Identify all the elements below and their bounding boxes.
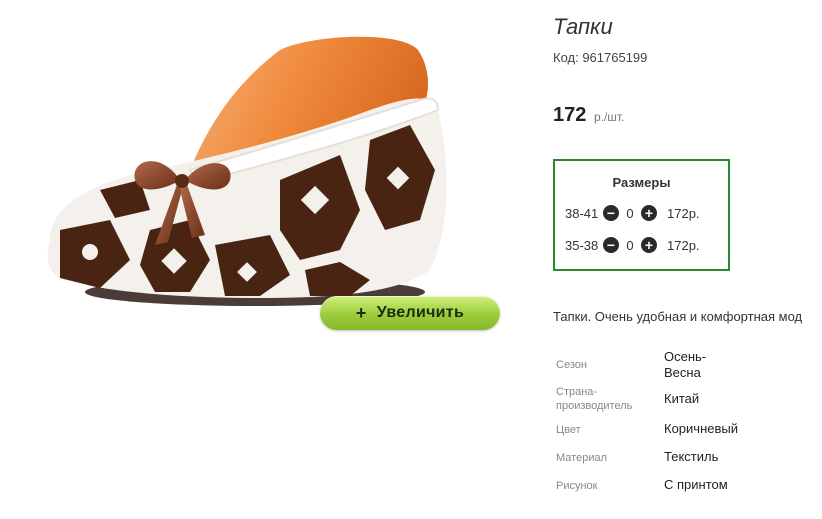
plus-icon[interactable]: +: [641, 237, 657, 253]
product-image[interactable]: [40, 30, 460, 320]
size-label: 35-38: [565, 237, 599, 253]
price-value: 172: [553, 104, 587, 126]
attribute-label-material: Материал: [556, 452, 607, 464]
attribute-value-pattern: С принтом: [664, 477, 728, 492]
attribute-value-country: Китай: [664, 391, 700, 406]
sizes-title: Размеры: [612, 175, 671, 190]
zoom-button[interactable]: + Увеличить: [320, 296, 500, 330]
size-label: 38-41: [565, 205, 599, 221]
attribute-value-season: Осень-Весна: [664, 349, 707, 380]
attribute-label-color: Цвет: [556, 424, 581, 436]
attribute-label-pattern: Рисунок: [556, 480, 598, 492]
product-code: Код: 961765199: [553, 50, 648, 65]
plus-icon: +: [355, 302, 367, 323]
attribute-label-country: Страна-производитель: [556, 386, 633, 412]
minus-icon[interactable]: −: [603, 237, 619, 253]
attribute-value-color: Коричневый: [664, 421, 738, 436]
minus-icon[interactable]: −: [603, 205, 619, 221]
size-row: 35-38 − 0 + 172р.: [565, 235, 700, 255]
plus-icon[interactable]: +: [641, 205, 657, 221]
sizes-box: Размеры 38-41 − 0 + 172р. 35-38 − 0 + 17…: [553, 159, 730, 271]
product-description: Тапки. Очень удобная и комфортная мод: [553, 309, 803, 324]
attribute-value-material: Текстиль: [664, 449, 719, 464]
quantity-value[interactable]: 0: [619, 206, 641, 221]
zoom-button-label: Увеличить: [376, 304, 465, 321]
quantity-value[interactable]: 0: [619, 238, 641, 253]
size-price: 172р.: [667, 237, 700, 253]
size-price: 172р.: [667, 205, 700, 221]
price-unit: р./шт.: [593, 110, 625, 124]
attribute-label-season: Сезон: [556, 359, 587, 371]
product-price: 172 р./шт.: [553, 104, 624, 127]
product-title: Тапки: [553, 14, 613, 39]
size-row: 38-41 − 0 + 172р.: [565, 203, 700, 223]
